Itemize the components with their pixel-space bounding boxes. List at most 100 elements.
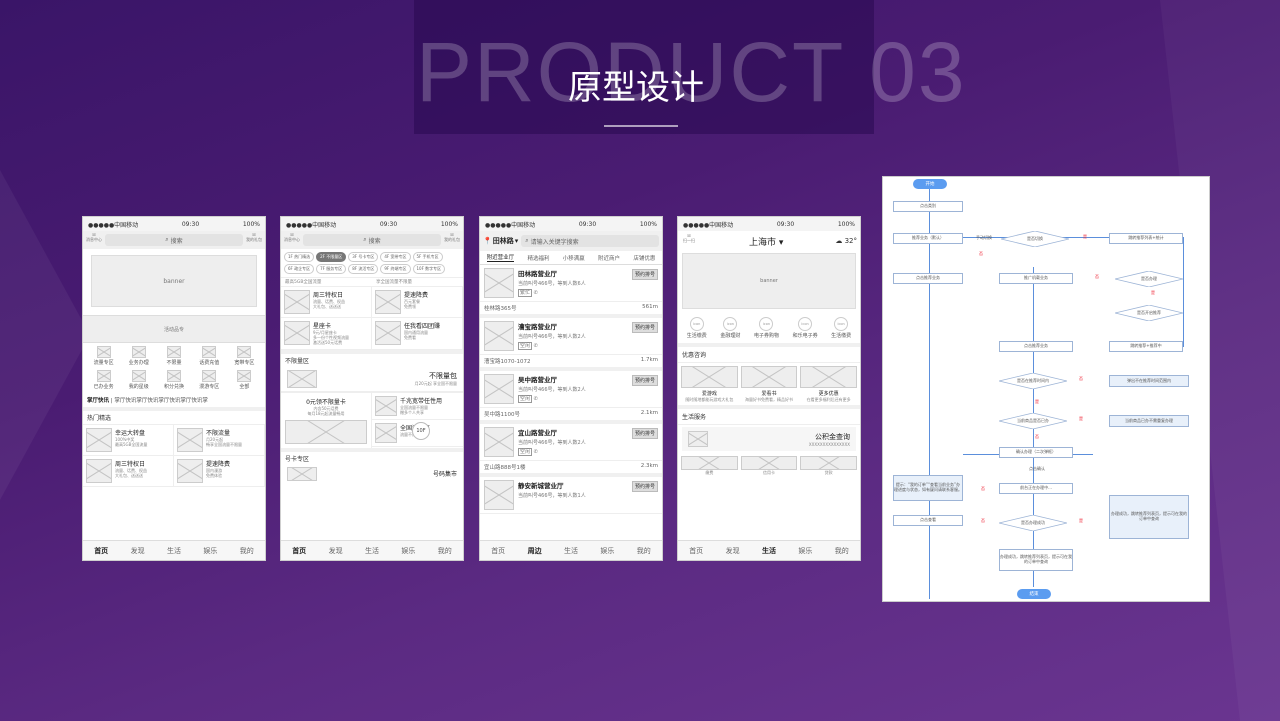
- tab-discounts[interactable]: 店铺优惠: [633, 254, 655, 262]
- tab-home[interactable]: 首页: [292, 546, 306, 556]
- fund-query-card[interactable]: 公积金查询 XXXXXXXXXXXXXXX: [682, 427, 856, 452]
- tab-discover[interactable]: 发现: [329, 546, 343, 556]
- unlimited-banner[interactable]: 不限量包 月20元起 享全国不限量: [281, 367, 463, 392]
- life-icon-item[interactable]: icon 生活缴费: [687, 317, 707, 339]
- store-item[interactable]: 静安新城营业厅 当前叫号466号，等到人数1人 预约排号: [480, 477, 662, 514]
- feature-card[interactable]: 不限流量 月20元起 畅享全国流量不限量: [174, 425, 265, 456]
- store-item[interactable]: 漕宝路营业厅 当前叫号466号，等到人数2人 空闲 ✆ 预约排号: [480, 318, 662, 355]
- reserve-button[interactable]: 预约排号: [631, 269, 658, 280]
- grid-item[interactable]: 宽带专区: [228, 346, 261, 366]
- tab-welfare[interactable]: 精选福利: [527, 254, 549, 262]
- feature-card[interactable]: 0元领不限量卡 内含50元话费 每月18元起流量畅用: [281, 392, 372, 448]
- grid-item[interactable]: 漫游专区: [193, 370, 226, 390]
- tab-mine[interactable]: 我的: [835, 546, 849, 556]
- tab-nearby[interactable]: 周边: [528, 546, 542, 556]
- store-item[interactable]: 吴中路营业厅 当前叫号466号，等到人数2人 空闲 ✆ 预约排号: [480, 371, 662, 408]
- tab-nearby-stores[interactable]: 附近营业厅: [486, 253, 515, 262]
- floor-chip[interactable]: 10F 数字专区: [412, 264, 446, 274]
- floor-chip[interactable]: 4F 宽带专区: [380, 252, 411, 262]
- tab-entertainment[interactable]: 娱乐: [798, 546, 812, 556]
- promo-card[interactable]: 更多优惠 在看更多福利后还有更多: [800, 366, 857, 402]
- tab-entertainment[interactable]: 娱乐: [600, 546, 614, 556]
- gift-button[interactable]: ☒ 我的礼包: [246, 232, 262, 247]
- life-icon-item[interactable]: icon 电子券购物: [754, 317, 779, 339]
- store-address[interactable]: 桂林路365号 561m: [480, 302, 662, 318]
- tab-mine[interactable]: 我的: [637, 546, 651, 556]
- grid-item[interactable]: 话费充值: [193, 346, 226, 366]
- tab-mine[interactable]: 我的: [240, 546, 254, 556]
- feature-card[interactable]: 周三特权日 流量、话费、权益 大礼包、送送送: [281, 287, 372, 318]
- reserve-button[interactable]: 预约排号: [631, 322, 658, 333]
- tab-discover[interactable]: 发现: [726, 546, 740, 556]
- feature-card[interactable]: 周三特权日 流量、话费、权益 大礼包、送送送: [83, 456, 174, 487]
- life-icon-item[interactable]: icon 金融理财: [720, 317, 740, 339]
- search-input[interactable]: ⌕ 请输入关键字搜索: [521, 235, 659, 247]
- promo-card[interactable]: 爱游戏 随时随地都能玩游戏大礼包: [681, 366, 738, 402]
- grid-item[interactable]: 已办业务: [87, 370, 120, 390]
- tab-entertainment[interactable]: 娱乐: [203, 546, 217, 556]
- floor-chip[interactable]: 8F 流活专区: [348, 264, 379, 274]
- feature-card[interactable]: 幸运大转盘 100%中奖 最高5GB全国流量: [83, 425, 174, 456]
- feature-card[interactable]: 提速降费 百元套餐 免费领: [372, 287, 463, 318]
- floor-chip[interactable]: 6F 政企专区: [284, 264, 315, 274]
- feature-card[interactable]: 任我看四团赚 国内通用流量 免费看: [372, 318, 463, 350]
- grid-item[interactable]: 全部: [228, 370, 261, 390]
- reserve-button[interactable]: 预约排号: [631, 428, 658, 439]
- reserve-button[interactable]: 预约排号: [631, 375, 658, 386]
- banner[interactable]: banner: [91, 255, 257, 307]
- store-item[interactable]: 田林路营业厅 当前叫号466号，等到人数6人 繁忙 ✆ 预约排号: [480, 265, 662, 302]
- store-address[interactable]: 漕宝路1070-1072 1.7km: [480, 355, 662, 371]
- grid-item[interactable]: 业务办理: [122, 346, 155, 366]
- city-selector[interactable]: 上海市 ▾: [749, 235, 783, 248]
- location-selector[interactable]: 📍 田林路 ▾: [483, 236, 518, 246]
- message-center-button[interactable]: ☒ 消息中心: [284, 232, 300, 247]
- feature-card[interactable]: 全国流量享流量不限量 10F: [372, 420, 463, 447]
- tab-life[interactable]: 生活: [365, 546, 379, 556]
- grid-item[interactable]: 我的星级: [122, 370, 155, 390]
- tab-merchants[interactable]: 附近商户: [598, 254, 620, 262]
- search-input[interactable]: ⌕ 搜索: [105, 234, 243, 246]
- floor-chip[interactable]: 9F 终端专区: [380, 264, 411, 274]
- tab-home[interactable]: 首页: [689, 546, 703, 556]
- tab-life[interactable]: 生活: [564, 546, 578, 556]
- banner[interactable]: banner: [682, 253, 856, 309]
- promo-card[interactable]: 爱看书 海量好书免费看，精品好书: [740, 366, 798, 402]
- news-ticker[interactable]: 掌厅快讯 | 掌厅快讯掌厅快讯掌厅快讯掌厅快讯掌: [83, 393, 265, 407]
- service-item[interactable]: 信用卡: [740, 456, 798, 475]
- floor-chip[interactable]: 2F 不限量区: [316, 252, 347, 262]
- floor-float-button[interactable]: 10F: [412, 421, 430, 440]
- life-icon-item[interactable]: icon 生活缴费: [831, 317, 851, 339]
- search-input[interactable]: ⌕ 搜索: [303, 234, 441, 246]
- tab-life[interactable]: 生活: [762, 546, 776, 556]
- reserve-button[interactable]: 预约排号: [631, 481, 658, 492]
- feature-card[interactable]: 星座卡 9元/月星座卡 多一份个性视频流量 激活送50元话费: [281, 318, 372, 350]
- floor-chip[interactable]: 3F 号卡专区: [348, 252, 379, 262]
- scan-button[interactable]: ☒ 扫一扫: [681, 233, 697, 248]
- floor-chip[interactable]: 1F 热门精选: [284, 252, 315, 262]
- life-icon-item[interactable]: icon 和乐电子券: [793, 317, 818, 339]
- grid-item[interactable]: 不限量: [157, 346, 190, 366]
- flow-node: 办理成功，跳转推荐列表页，提示可在我的订单中查询: [999, 549, 1073, 571]
- store-address[interactable]: 宜山路888号1楼 2.3km: [480, 461, 662, 477]
- floor-chip[interactable]: 7F 服务专区: [316, 264, 347, 274]
- tab-life[interactable]: 生活: [167, 546, 181, 556]
- tab-home[interactable]: 首页: [94, 546, 108, 556]
- message-center-button[interactable]: ☒ 消息中心: [86, 232, 102, 247]
- tab-entertainment[interactable]: 娱乐: [401, 546, 415, 556]
- store-item[interactable]: 宜山路营业厅 当前叫号466号，等到人数2人 空闲 ✆ 预约排号: [480, 424, 662, 461]
- activity-area[interactable]: 活动品专: [83, 315, 265, 343]
- tab-xiaoyi[interactable]: 小移满赢: [563, 254, 585, 262]
- grid-item[interactable]: 流量专区: [87, 346, 120, 366]
- number-market-banner[interactable]: 号码集市: [281, 465, 463, 483]
- service-item[interactable]: 缴费: [681, 456, 738, 475]
- gift-button[interactable]: ☒ 我的礼包: [444, 232, 460, 247]
- feature-card[interactable]: 千兆宽带任性用 全国流量不限量 赠多个人共享: [372, 393, 463, 420]
- tab-mine[interactable]: 我的: [438, 546, 452, 556]
- feature-card[interactable]: 提速降费 国内漫游 免费体验: [174, 456, 265, 487]
- grid-item[interactable]: 积分兑换: [157, 370, 190, 390]
- service-item[interactable]: 贷款: [800, 456, 857, 475]
- tab-discover[interactable]: 发现: [131, 546, 145, 556]
- floor-chip[interactable]: 5F 手机专区: [412, 252, 443, 262]
- store-address[interactable]: 吴中路1100号 2.1km: [480, 408, 662, 424]
- tab-home[interactable]: 首页: [491, 546, 505, 556]
